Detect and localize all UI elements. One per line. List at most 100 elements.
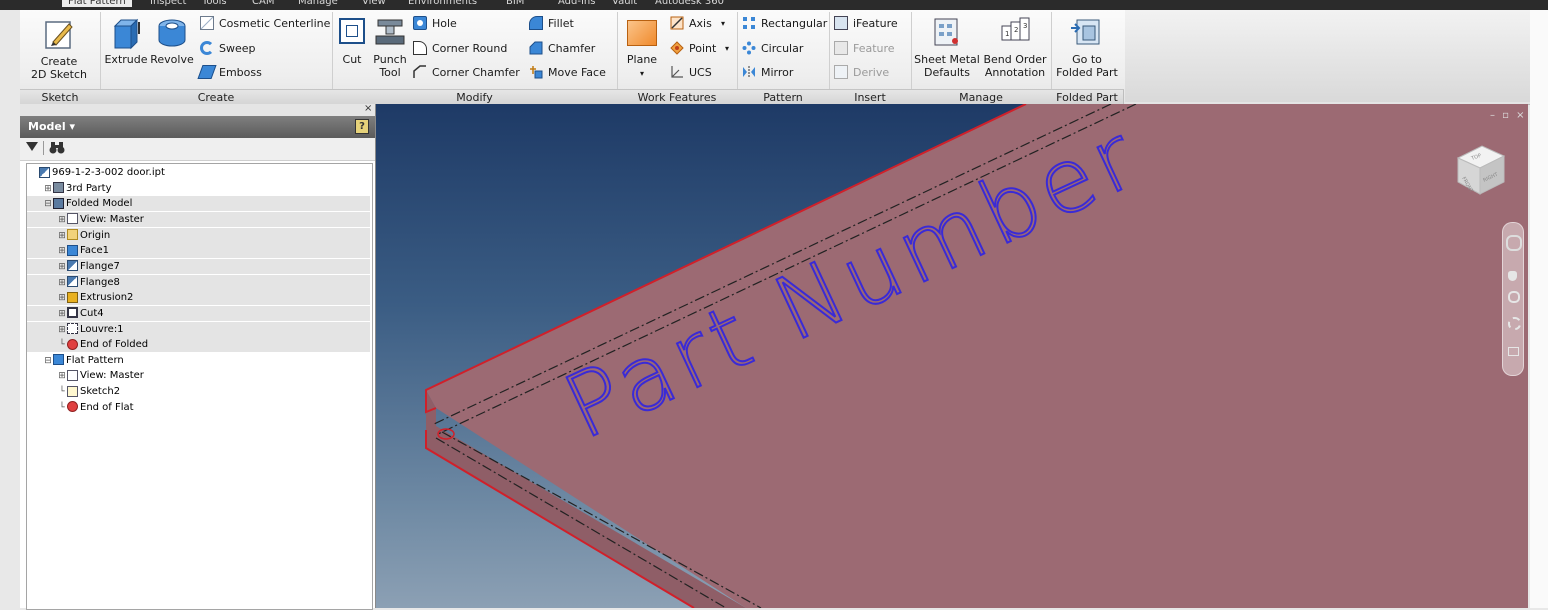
tree-expander-icon[interactable]: ⊞ bbox=[57, 291, 67, 306]
look-at-icon[interactable] bbox=[1508, 347, 1519, 356]
corner-chamfer-label: Corner Chamfer bbox=[432, 66, 520, 79]
filter-icon[interactable] bbox=[26, 142, 38, 151]
hole-button[interactable]: Hole bbox=[411, 15, 519, 33]
folder-icon bbox=[67, 229, 78, 241]
browser-title-dropdown[interactable]: Model ▾ bbox=[28, 120, 75, 133]
ribbon-empty-area bbox=[1125, 10, 1530, 102]
ribbon-tab[interactable]: Autodesk 360 bbox=[655, 0, 724, 7]
panel-label-folded-part: Folded Part bbox=[1051, 89, 1124, 105]
tree-node[interactable]: 969-1-2-3-002 door.ipt bbox=[27, 165, 370, 180]
punch-tool-button[interactable]: Punch Tool bbox=[370, 12, 410, 82]
go-to-folded-part-button[interactable]: Go to Folded Part bbox=[1053, 12, 1121, 82]
ribbon-tab[interactable]: Environments bbox=[408, 0, 477, 7]
tree-node[interactable]: ⊞ Flange7 bbox=[27, 258, 370, 275]
tree-node[interactable]: └ End of Folded bbox=[27, 337, 370, 353]
tree-node[interactable]: └ End of Flat bbox=[27, 400, 370, 415]
tree-node[interactable]: ⊞ 3rd Party bbox=[27, 181, 370, 196]
cosmetic-centerline-button[interactable]: Cosmetic Centerline bbox=[198, 15, 330, 33]
revolve-button[interactable]: Revolve bbox=[149, 12, 195, 68]
ribbon-tab[interactable]: CAM bbox=[252, 0, 274, 7]
extrude-button[interactable]: Extrude bbox=[103, 12, 149, 68]
corner-round-label: Corner Round bbox=[432, 42, 508, 55]
sheet-metal-defaults-button[interactable]: Sheet Metal Defaults bbox=[913, 12, 981, 82]
orbit-icon[interactable] bbox=[1508, 317, 1521, 330]
axis-dropdown-arrow[interactable]: ▾ bbox=[721, 17, 725, 30]
tree-expander-icon[interactable]: ⊞ bbox=[57, 213, 67, 228]
bend-order-annotation-button[interactable]: 123 Bend Order Annotation bbox=[981, 12, 1049, 82]
tree-expander-icon[interactable]: ⊞ bbox=[57, 260, 67, 275]
ribbon-tab[interactable]: Add-Ins bbox=[558, 0, 595, 7]
emboss-button[interactable]: Emboss bbox=[197, 64, 330, 82]
cut-button[interactable]: Cut bbox=[335, 12, 369, 68]
ucs-button[interactable]: UCS bbox=[668, 64, 734, 82]
circular-pattern-button[interactable]: Circular bbox=[740, 40, 826, 58]
ribbon-tab[interactable]: Tools bbox=[202, 0, 227, 7]
tree-expander-icon[interactable]: ⊞ bbox=[57, 229, 67, 244]
ribbon-tab[interactable]: BIM bbox=[506, 0, 524, 7]
tree-expander-icon[interactable]: ⊞ bbox=[43, 182, 53, 197]
browser-help-button[interactable]: ? bbox=[355, 119, 369, 134]
rectangular-pattern-button[interactable]: Rectangular bbox=[740, 15, 827, 33]
browser-close-button[interactable]: × bbox=[364, 103, 372, 114]
pan-hand-icon[interactable] bbox=[1508, 271, 1517, 281]
tree-expander-icon[interactable]: ⊟ bbox=[43, 354, 53, 369]
plane-button[interactable]: Plane ▾ bbox=[620, 12, 664, 82]
tree-expander-icon[interactable]: ⊞ bbox=[57, 244, 67, 259]
ribbon-tab[interactable]: View bbox=[362, 0, 386, 7]
tree-node[interactable]: ⊞ View: Master bbox=[27, 368, 370, 383]
zoom-icon[interactable] bbox=[1508, 291, 1520, 303]
tree-node[interactable]: ⊞ Origin bbox=[27, 227, 370, 244]
tree-node[interactable]: └ Sketch2 bbox=[27, 384, 370, 399]
tree-node-label: Extrusion2 bbox=[80, 292, 134, 304]
chamfer-button[interactable]: Chamfer bbox=[527, 40, 617, 58]
cut-icon bbox=[339, 18, 365, 44]
tree-node-label: Flat Pattern bbox=[66, 354, 124, 366]
corner-chamfer-button[interactable]: Corner Chamfer bbox=[411, 64, 520, 82]
viewcube[interactable]: TOP FRONT RIGHT bbox=[1452, 142, 1510, 198]
tree-node[interactable]: ⊞ Face1 bbox=[27, 243, 370, 259]
mirror-label: Mirror bbox=[761, 66, 794, 79]
feature-button[interactable]: Feature bbox=[832, 40, 910, 58]
bend-order-annotation-icon: 123 bbox=[1001, 17, 1030, 41]
tree-expander-icon[interactable]: ⊞ bbox=[57, 307, 67, 322]
point-label: Point bbox=[689, 42, 717, 55]
create-2d-sketch-button[interactable]: Create 2D Sketch bbox=[22, 12, 96, 88]
mirror-button[interactable]: Mirror bbox=[740, 64, 826, 82]
fillet-button[interactable]: Fillet bbox=[527, 15, 617, 33]
full-navigation-wheel-icon[interactable] bbox=[1506, 235, 1522, 251]
circular-pattern-icon bbox=[742, 41, 756, 55]
derive-button[interactable]: Derive bbox=[832, 64, 910, 82]
ribbon-tab[interactable]: Vault bbox=[612, 0, 637, 7]
axis-button[interactable]: Axis ▾ bbox=[668, 15, 734, 33]
ribbon-tab[interactable]: Manage bbox=[298, 0, 338, 7]
find-binoculars-icon[interactable] bbox=[49, 141, 65, 155]
tree-node[interactable]: ⊞ Cut4 bbox=[27, 305, 370, 322]
sketch-pencil-icon bbox=[45, 21, 73, 49]
viewport-window-controls[interactable]: – ▫ × bbox=[1490, 110, 1527, 121]
graphics-viewport[interactable]: Part Number TOP FRONT RIGHT – ▫ × bbox=[376, 104, 1528, 608]
point-button[interactable]: Point ▾ bbox=[668, 40, 734, 58]
chamfer-icon bbox=[529, 41, 543, 55]
tree-node[interactable]: ⊟ Flat Pattern bbox=[27, 353, 370, 368]
ribbon-tab[interactable]: Inspect bbox=[150, 0, 186, 7]
tree-node-label: Flange7 bbox=[80, 260, 120, 272]
tree-node[interactable]: ⊞ Flange8 bbox=[27, 274, 370, 291]
tree-expander-icon[interactable]: ⊞ bbox=[57, 276, 67, 291]
tree-expander-icon[interactable]: ⊟ bbox=[43, 197, 53, 212]
tree-expander-icon[interactable]: ⊞ bbox=[57, 369, 67, 384]
corner-round-button[interactable]: Corner Round bbox=[411, 40, 519, 58]
tree-expander-icon[interactable]: ⊞ bbox=[57, 323, 67, 338]
tree-node[interactable]: ⊟ Folded Model bbox=[27, 196, 370, 212]
ifeature-button[interactable]: iFeature bbox=[832, 15, 910, 33]
ribbon-tab[interactable]: Flat Pattern bbox=[62, 0, 132, 7]
tree-node[interactable]: ⊞ Louvre:1 bbox=[27, 321, 370, 338]
sweep-button[interactable]: Sweep bbox=[198, 40, 330, 58]
tree-node[interactable]: ⊞ View: Master bbox=[27, 211, 370, 228]
sheet-metal-defaults-icon bbox=[934, 18, 958, 46]
tree-node[interactable]: ⊞ Extrusion2 bbox=[27, 290, 370, 306]
cosmetic-centerline-label: Cosmetic Centerline bbox=[219, 17, 331, 30]
part-scene[interactable]: Part Number bbox=[376, 104, 1528, 608]
move-face-button[interactable]: Move Face bbox=[527, 64, 617, 82]
plane-dropdown-arrow[interactable]: ▾ bbox=[620, 67, 664, 80]
point-dropdown-arrow[interactable]: ▾ bbox=[725, 42, 729, 55]
